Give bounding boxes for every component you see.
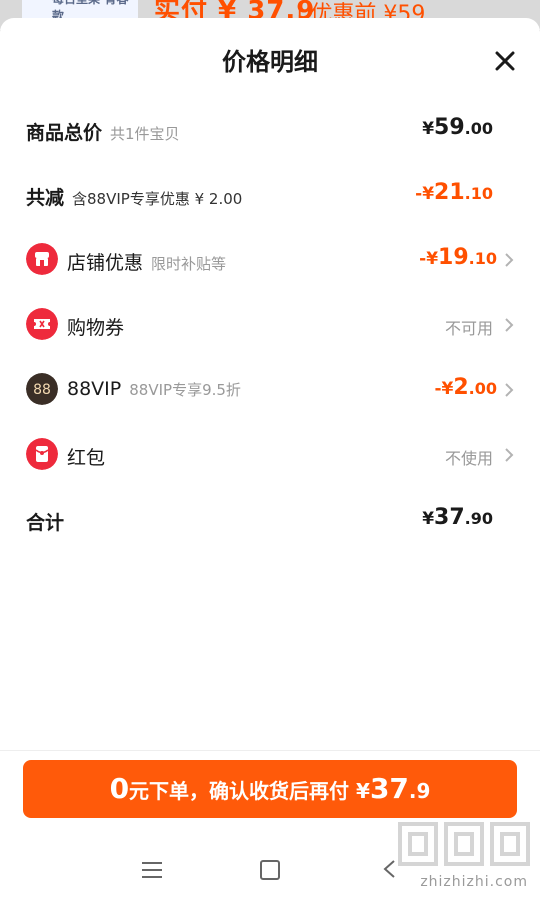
chevron-right-icon: [505, 448, 514, 462]
row-total-discount: 共减 含88VIP专享优惠 ¥ 2.00 -¥21.10: [0, 175, 540, 215]
submit-order-label: 0元下单，确认收货后再付 ¥37.9: [109, 772, 431, 805]
row-note: 限时补贴等: [151, 255, 227, 273]
row-status: 不使用: [444, 449, 493, 468]
row-label: 合计: [26, 512, 65, 534]
row-88vip[interactable]: 88 88VIP 88VIP专享9.5折 -¥2.00: [0, 370, 540, 410]
footer-divider: [0, 750, 540, 751]
red-packet-icon: [26, 438, 58, 470]
vip-88-icon: 88: [26, 373, 58, 405]
close-icon[interactable]: [494, 50, 516, 72]
row-amount: -¥2.00: [434, 375, 497, 400]
row-label: 商品总价 共1件宝贝: [26, 122, 180, 144]
row-status: 不可用: [444, 319, 493, 338]
store-icon: [26, 243, 58, 275]
row-label: 购物券: [67, 317, 125, 339]
row-store-discount[interactable]: 店铺优惠 限时补贴等 -¥19.10: [0, 240, 540, 280]
row-note: 含88VIP专享优惠 ¥ 2.00: [72, 190, 243, 208]
row-total-goods: 商品总价 共1件宝贝 ¥59.00: [0, 110, 540, 150]
row-amount: -¥19.10: [419, 245, 497, 270]
watermark-text: zhizhizhi.com: [420, 874, 528, 890]
sheet-title: 价格明细: [222, 48, 318, 76]
chevron-right-icon: [505, 383, 514, 397]
row-amount: ¥59.00: [422, 115, 493, 140]
row-red-packet[interactable]: 红包 不使用: [0, 435, 540, 475]
row-label: 88VIP 88VIP专享9.5折: [67, 378, 241, 400]
row-amount: ¥37.90: [422, 505, 493, 530]
row-note: 共1件宝贝: [110, 125, 180, 143]
svg-text:88: 88: [33, 382, 51, 398]
row-shopping-coupon[interactable]: 购物券 不可用: [0, 305, 540, 345]
row-label: 店铺优惠 限时补贴等: [67, 252, 227, 274]
row-amount: -¥21.10: [415, 180, 493, 205]
submit-order-button[interactable]: 0元下单，确认收货后再付 ¥37.9: [23, 760, 517, 818]
menu-icon[interactable]: [142, 862, 162, 880]
coupon-icon: [26, 308, 58, 340]
row-note: 88VIP专享9.5折: [129, 381, 241, 399]
row-label: 红包: [67, 447, 106, 469]
chevron-right-icon: [505, 318, 514, 332]
row-label: 共减 含88VIP专享优惠 ¥ 2.00: [26, 187, 243, 209]
chevron-right-icon: [505, 253, 514, 267]
home-icon[interactable]: [260, 860, 280, 880]
price-detail-sheet: 价格明细 商品总价 共1件宝贝 ¥59.00 共减 含88VIP专享优惠 ¥ 2.0…: [0, 18, 540, 904]
row-grand-total: 合计 ¥37.90: [0, 500, 540, 540]
